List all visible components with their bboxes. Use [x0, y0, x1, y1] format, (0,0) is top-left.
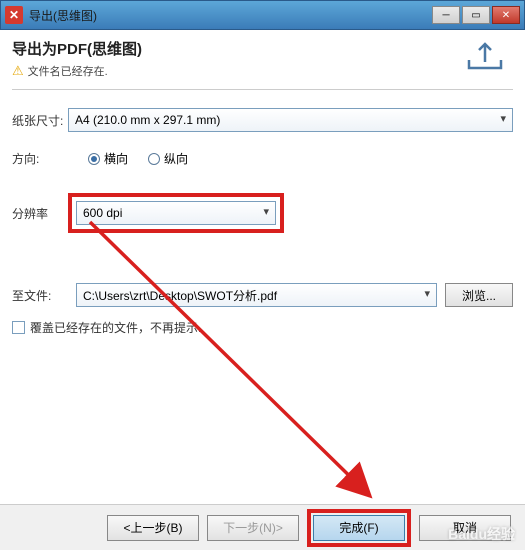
- destfile-value: C:\Users\zrt\Desktop\SWOT分析.pdf: [83, 287, 277, 304]
- browse-button[interactable]: 浏览...: [445, 283, 513, 307]
- button-bar: <上一步(B) 下一步(N)> 完成(F) 取消: [0, 504, 525, 550]
- orientation-landscape[interactable]: 横向: [88, 150, 128, 167]
- warning-text: 文件名已经存在.: [28, 63, 108, 79]
- next-button: 下一步(N)>: [207, 515, 299, 541]
- window-titlebar: ✕ 导出(思维图) ─ ▭ ✕: [0, 0, 525, 30]
- overwrite-checkbox[interactable]: [12, 321, 25, 334]
- maximize-button[interactable]: ▭: [462, 6, 490, 24]
- radio-icon: [148, 153, 160, 165]
- destfile-label: 至文件:: [12, 287, 68, 304]
- destfile-input[interactable]: C:\Users\zrt\Desktop\SWOT分析.pdf: [76, 283, 437, 307]
- finish-highlight: 完成(F): [307, 509, 411, 547]
- close-button[interactable]: ✕: [492, 6, 520, 24]
- dialog-title: 导出为PDF(思维图): [12, 38, 513, 59]
- finish-button[interactable]: 完成(F): [313, 515, 405, 541]
- orientation-portrait[interactable]: 纵向: [148, 150, 188, 167]
- resolution-value: 600 dpi: [83, 206, 122, 220]
- cancel-button[interactable]: 取消: [419, 515, 511, 541]
- resolution-highlight: 600 dpi: [68, 193, 284, 233]
- window-title: 导出(思维图): [29, 7, 432, 24]
- orientation-label: 方向:: [12, 150, 68, 167]
- export-icon: [465, 40, 505, 75]
- warning-icon: ⚠: [12, 63, 24, 79]
- radio-checked-icon: [88, 153, 100, 165]
- resolution-label: 分辨率: [12, 205, 68, 222]
- separator: [12, 89, 513, 90]
- minimize-button[interactable]: ─: [432, 6, 460, 24]
- paper-size-label: 纸张尺寸:: [12, 112, 68, 129]
- app-icon: ✕: [5, 6, 23, 24]
- resolution-select[interactable]: 600 dpi: [76, 201, 276, 225]
- paper-size-value: A4 (210.0 mm x 297.1 mm): [75, 113, 220, 127]
- prev-button[interactable]: <上一步(B): [107, 515, 199, 541]
- overwrite-label: 覆盖已经存在的文件，不再提示.: [30, 319, 201, 336]
- paper-size-select[interactable]: A4 (210.0 mm x 297.1 mm): [68, 108, 513, 132]
